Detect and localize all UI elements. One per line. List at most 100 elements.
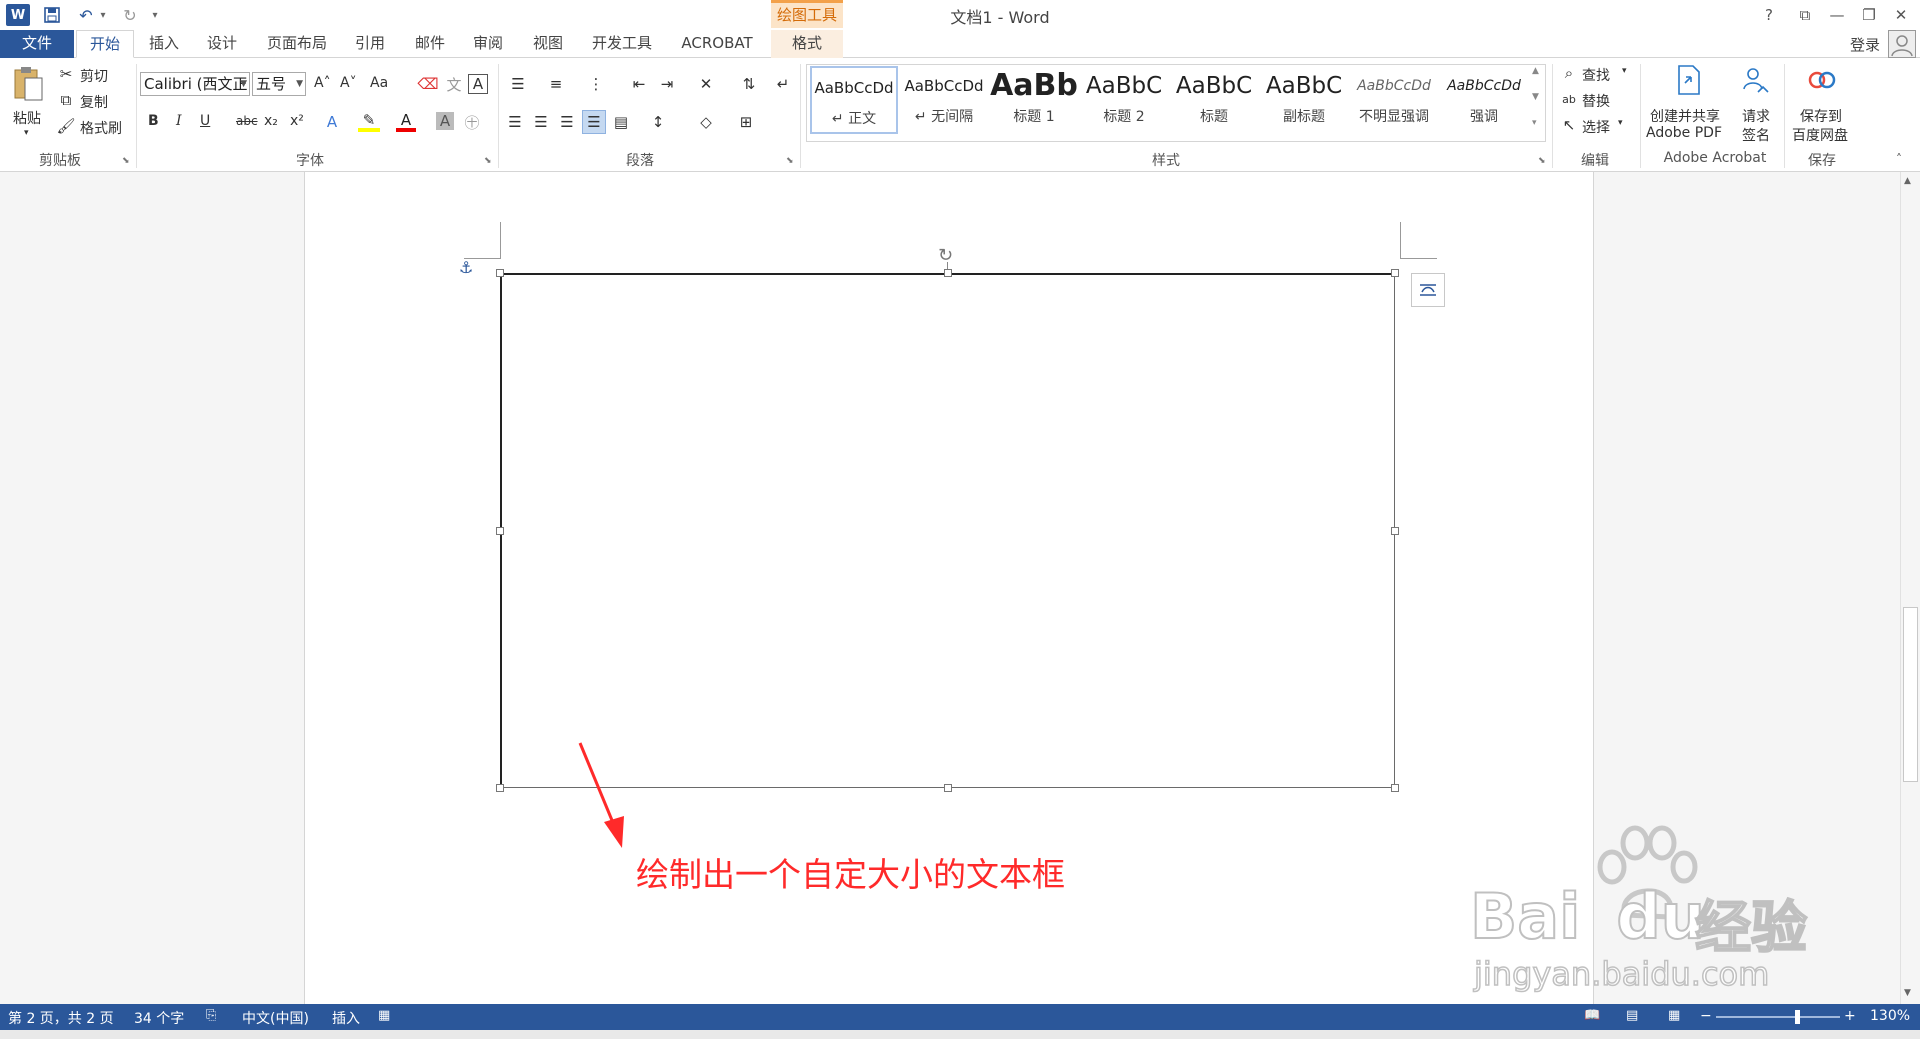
layout-options-icon[interactable] xyxy=(1411,273,1445,307)
create-pdf-line1[interactable]: 创建并共享 xyxy=(1650,106,1720,126)
zoom-level[interactable]: 130% xyxy=(1870,1008,1910,1024)
underline-button[interactable]: U xyxy=(200,113,210,129)
anchor-icon[interactable]: ⚓ xyxy=(459,258,473,277)
gallery-more-icon[interactable]: ▾ xyxy=(1532,118,1537,128)
save-icon[interactable] xyxy=(40,4,64,26)
font-color-icon[interactable]: A xyxy=(396,111,416,132)
tab-design[interactable]: 设计 xyxy=(198,30,246,58)
scroll-down-icon[interactable]: ▼ xyxy=(1904,988,1911,998)
help-button[interactable]: ? xyxy=(1752,2,1786,28)
text-effects-icon[interactable]: A xyxy=(322,112,342,132)
request-signature-line2[interactable]: 签名 xyxy=(1742,125,1770,145)
tab-file[interactable]: 文件 xyxy=(0,30,74,58)
format-painter-button[interactable]: 格式刷 xyxy=(80,118,122,138)
select-icon[interactable]: ↖ xyxy=(1560,116,1578,134)
sort-icon[interactable]: ⇅ xyxy=(738,74,760,94)
zoom-slider-thumb[interactable] xyxy=(1794,1010,1800,1024)
tab-acrobat[interactable]: ACROBAT xyxy=(672,30,762,58)
enclose-characters-icon[interactable]: ㊉ xyxy=(462,112,482,132)
tab-page-layout[interactable]: 页面布局 xyxy=(258,30,336,58)
scroll-up-icon[interactable]: ▲ xyxy=(1904,176,1911,186)
style-normal[interactable]: AaBbCcDd ↵ 正文 xyxy=(810,66,898,134)
style-title[interactable]: AaBbC 标题 xyxy=(1170,66,1258,134)
macro-record-icon[interactable]: ▦ xyxy=(378,1008,390,1023)
find-button[interactable]: 查找 xyxy=(1582,65,1610,85)
character-border-icon[interactable]: A xyxy=(468,74,488,94)
scroll-thumb[interactable] xyxy=(1903,607,1918,782)
resize-handle[interactable] xyxy=(1391,527,1399,535)
tab-home[interactable]: 开始 xyxy=(76,30,134,58)
font-name-combo[interactable]: Calibri (西文正 ▼ xyxy=(140,72,250,96)
strikethrough-button[interactable]: abc xyxy=(236,114,258,128)
phonetic-guide-icon[interactable]: 文 xyxy=(444,74,464,94)
italic-button[interactable]: I xyxy=(176,113,182,129)
save-baidu-line1[interactable]: 保存到 xyxy=(1800,106,1842,126)
shading-icon[interactable]: ◇ xyxy=(692,112,720,132)
copy-icon[interactable]: ⧉ xyxy=(56,90,76,110)
zoom-slider[interactable] xyxy=(1716,1010,1840,1024)
character-shading-icon[interactable]: A xyxy=(436,112,454,130)
paste-dropdown-icon[interactable]: ▾ xyxy=(24,128,29,138)
numbering-icon[interactable]: ≡ xyxy=(542,74,570,94)
zoom-in-icon[interactable]: + xyxy=(1844,1008,1856,1024)
copy-button[interactable]: 复制 xyxy=(80,92,108,112)
select-dropdown-icon[interactable]: ▾ xyxy=(1618,118,1623,128)
insert-mode[interactable]: 插入 xyxy=(332,1008,360,1028)
tab-review[interactable]: 审阅 xyxy=(464,30,512,58)
resize-handle[interactable] xyxy=(496,269,504,277)
multilevel-list-icon[interactable]: ⋮ xyxy=(582,74,610,94)
page-count[interactable]: 第 2 页，共 2 页 xyxy=(8,1008,114,1028)
cut-icon[interactable]: ✂ xyxy=(56,64,76,84)
style-emphasis[interactable]: AaBbCcDd 强调 xyxy=(1440,66,1528,134)
read-mode-icon[interactable]: 📖 xyxy=(1584,1008,1600,1023)
undo-icon[interactable]: ↶ xyxy=(74,4,98,26)
justify-icon[interactable]: ☰ xyxy=(582,110,606,134)
close-button[interactable]: ✕ xyxy=(1884,2,1918,28)
select-button[interactable]: 选择 xyxy=(1582,117,1610,137)
style-subtle-emphasis[interactable]: AaBbCcDd 不明显强调 xyxy=(1350,66,1438,134)
tab-developer[interactable]: 开发工具 xyxy=(584,30,660,58)
language[interactable]: 中文(中国) xyxy=(242,1008,309,1028)
replace-icon[interactable]: ab xyxy=(1560,90,1578,108)
subscript-button[interactable]: x₂ xyxy=(264,113,278,129)
avatar[interactable] xyxy=(1888,30,1916,58)
resize-handle[interactable] xyxy=(944,784,952,792)
tab-mailings[interactable]: 邮件 xyxy=(406,30,454,58)
shrink-font-button[interactable]: A˅ xyxy=(340,75,357,91)
style-subtitle[interactable]: AaBbC 副标题 xyxy=(1260,66,1348,134)
cut-button[interactable]: 剪切 xyxy=(80,66,108,86)
paste-icon[interactable] xyxy=(10,64,46,104)
customize-quick-access-icon[interactable]: ▾ xyxy=(148,4,162,26)
text-box-shape[interactable] xyxy=(500,273,1395,788)
undo-dropdown-icon[interactable]: ▾ xyxy=(98,4,108,26)
create-pdf-line2[interactable]: Adobe PDF xyxy=(1646,125,1722,141)
highlight-icon[interactable]: ✎ xyxy=(358,111,380,132)
align-left-icon[interactable]: ☰ xyxy=(504,112,526,132)
style-heading-2[interactable]: AaBbC 标题 2 xyxy=(1080,66,1168,134)
align-right-icon[interactable]: ☰ xyxy=(556,112,578,132)
tab-format[interactable]: 格式 xyxy=(771,30,843,58)
word-count[interactable]: 34 个字 xyxy=(134,1008,184,1028)
line-spacing-icon[interactable]: ↕ xyxy=(644,112,672,132)
tab-view[interactable]: 视图 xyxy=(524,30,572,58)
grow-font-button[interactable]: A˄ xyxy=(314,75,331,91)
font-launcher-icon[interactable]: ⬊ xyxy=(484,156,492,166)
zoom-out-icon[interactable]: − xyxy=(1700,1008,1712,1024)
borders-icon[interactable]: ⊞ xyxy=(732,112,760,132)
find-dropdown-icon[interactable]: ▾ xyxy=(1622,66,1627,76)
web-layout-icon[interactable]: ▦ xyxy=(1668,1008,1680,1023)
replace-button[interactable]: 替换 xyxy=(1582,91,1610,111)
paste-button[interactable]: 粘贴 xyxy=(13,108,41,128)
resize-handle[interactable] xyxy=(1391,784,1399,792)
paragraph-launcher-icon[interactable]: ⬊ xyxy=(786,156,794,166)
chinese-layout-icon[interactable]: ✕ xyxy=(692,74,720,94)
change-case-button[interactable]: Aa xyxy=(370,75,388,91)
tab-references[interactable]: 引用 xyxy=(346,30,394,58)
resize-handle[interactable] xyxy=(496,784,504,792)
bold-button[interactable]: B xyxy=(148,113,159,129)
format-painter-icon[interactable]: 🖌 xyxy=(56,116,76,136)
resize-handle[interactable] xyxy=(496,527,504,535)
font-size-combo[interactable]: 五号 ▼ xyxy=(252,72,306,96)
bullets-icon[interactable]: ☰ xyxy=(504,74,532,94)
tab-insert[interactable]: 插入 xyxy=(140,30,188,58)
